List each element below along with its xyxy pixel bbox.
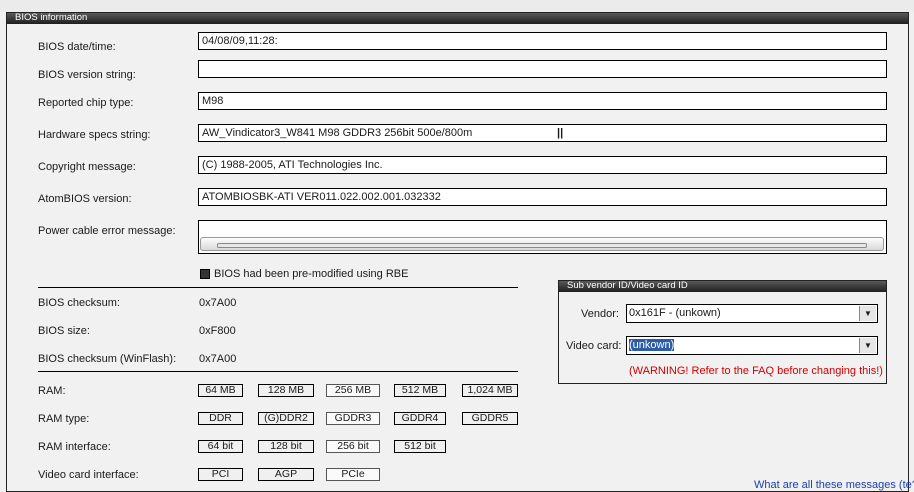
- card-interface-label: Video card interface:: [38, 469, 139, 481]
- premodified-label: BIOS had been pre-modified using RBE: [214, 268, 409, 280]
- bios-size-label: BIOS size:: [38, 325, 90, 337]
- chip-type-field[interactable]: M98: [198, 92, 887, 110]
- video-card-dropdown[interactable]: (unkown) ▼: [626, 336, 878, 355]
- copyright-label: Copyright message:: [38, 161, 136, 173]
- chevron-down-icon[interactable]: ▼: [859, 338, 876, 353]
- card-iface-pci[interactable]: PCI: [198, 468, 243, 481]
- hw-specs-label: Hardware specs string:: [38, 129, 151, 141]
- ram-size-256[interactable]: 256 MB: [326, 384, 380, 397]
- top-strip: [0, 0, 914, 12]
- ram-size-label: RAM:: [38, 385, 66, 397]
- copyright-field[interactable]: (C) 1988-2005, ATI Technologies Inc.: [198, 156, 887, 174]
- premodified-checkbox[interactable]: [200, 269, 210, 279]
- ram-type-gddr3[interactable]: GDDR3: [326, 412, 380, 425]
- bios-version-label: BIOS version string:: [38, 69, 136, 81]
- ram-type-gddr2[interactable]: (G)DDR2: [258, 412, 314, 425]
- ram-type-gddr5[interactable]: GDDR5: [462, 412, 518, 425]
- vendor-value: 0x161F - (unkown): [629, 307, 721, 319]
- winflash-label: BIOS checksum (WinFlash):: [38, 353, 177, 365]
- ram-size-512[interactable]: 512 MB: [394, 384, 446, 397]
- hw-specs-value: AW_Vindicator3_W841 M98 GDDR3 256bit 500…: [202, 127, 473, 139]
- chevron-down-icon[interactable]: ▼: [859, 306, 876, 321]
- ram-size-1024[interactable]: 1,024 MB: [462, 384, 518, 397]
- ram-iface-256[interactable]: 256 bit: [326, 440, 380, 453]
- divider-bottom: [38, 371, 518, 372]
- subvendor-titlebar: Sub vendor ID/Video card ID: [559, 280, 886, 292]
- ram-type-ddr[interactable]: DDR: [198, 412, 243, 425]
- panel-title: BIOS information: [15, 12, 88, 23]
- bios-size-value: 0xF800: [199, 325, 236, 337]
- ram-iface-512[interactable]: 512 bit: [394, 440, 446, 453]
- ram-size-128[interactable]: 128 MB: [258, 384, 314, 397]
- card-iface-pcie[interactable]: PCIe: [326, 468, 380, 481]
- winflash-value: 0x7A00: [199, 353, 237, 365]
- bios-version-field[interactable]: [198, 60, 887, 78]
- bios-date-label: BIOS date/time:: [38, 41, 116, 53]
- ram-iface-128[interactable]: 128 bit: [258, 440, 314, 453]
- ram-type-gddr4[interactable]: GDDR4: [394, 412, 446, 425]
- power-cable-label: Power cable error message:: [38, 225, 176, 237]
- video-card-label: Video card:: [566, 340, 622, 352]
- ram-iface-64[interactable]: 64 bit: [198, 440, 243, 453]
- panel-titlebar: BIOS information: [7, 12, 908, 24]
- subvendor-title: Sub vendor ID/Video card ID: [567, 280, 688, 291]
- vendor-label: Vendor:: [581, 308, 619, 320]
- bios-date-field[interactable]: 04/08/09,11:28:: [198, 32, 887, 50]
- card-iface-agp[interactable]: AGP: [258, 468, 314, 481]
- vendor-dropdown[interactable]: 0x161F - (unkown) ▼: [626, 304, 878, 323]
- atombios-label: AtomBIOS version:: [38, 193, 132, 205]
- ram-type-label: RAM type:: [38, 413, 90, 425]
- text-cursor-icon: ||: [557, 127, 564, 139]
- ram-size-64[interactable]: 64 MB: [198, 384, 243, 397]
- checksum-label: BIOS checksum:: [38, 297, 120, 309]
- checksum-value: 0x7A00: [199, 297, 237, 309]
- scrollbar-thumb[interactable]: [217, 243, 867, 248]
- messages-link[interactable]: What are all these messages (te?: [754, 479, 914, 491]
- divider-top: [38, 287, 518, 288]
- atombios-field[interactable]: ATOMBIOSBK-ATI VER011.022.002.001.032332: [198, 188, 887, 206]
- power-cable-scrollbar[interactable]: [200, 237, 884, 251]
- warning-text: (WARNING! Refer to the FAQ before changi…: [629, 365, 883, 377]
- ram-interface-label: RAM interface:: [38, 441, 111, 453]
- chip-type-label: Reported chip type:: [38, 97, 134, 109]
- video-card-value: (unkown): [629, 339, 675, 351]
- hw-specs-field[interactable]: AW_Vindicator3_W841 M98 GDDR3 256bit 500…: [198, 124, 887, 142]
